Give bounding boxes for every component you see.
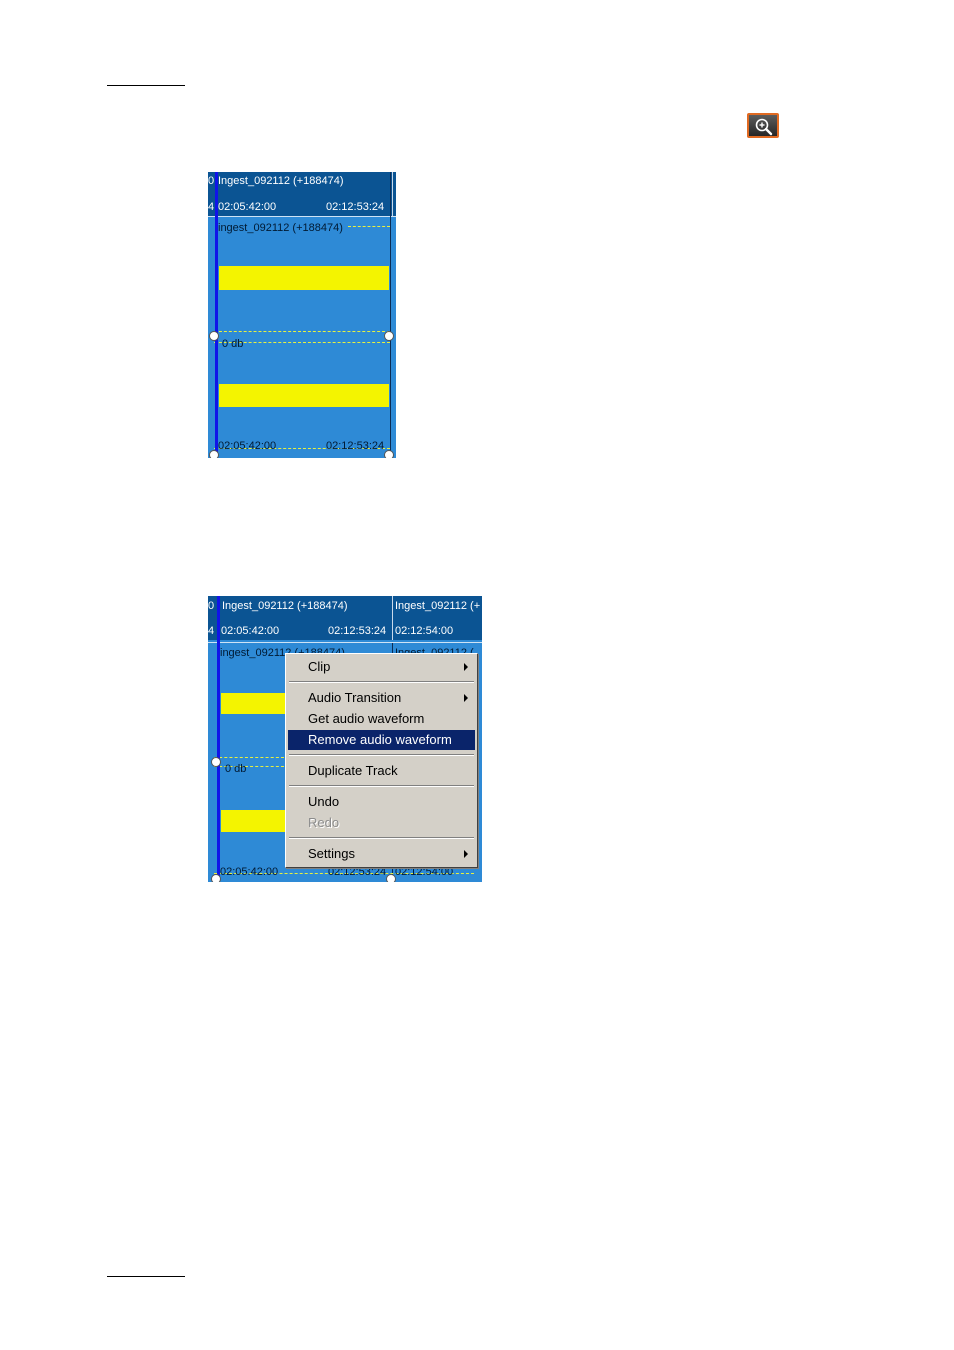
bottom-timecode-out: 02:12:53:24	[326, 440, 385, 452]
clip-edge[interactable]	[390, 172, 391, 458]
submenu-arrow-icon	[464, 663, 468, 671]
menu-item-settings[interactable]: Settings	[288, 844, 475, 864]
menu-separator	[289, 837, 474, 839]
menu-item-redo: Redo	[308, 815, 340, 830]
context-menu: Clip Audio Transition Get audio waveform…	[285, 653, 478, 868]
track-clip-label: ingest_092112 (+188474)	[218, 222, 343, 234]
menu-item-undo[interactable]: Undo	[288, 792, 475, 812]
header-rule	[107, 85, 185, 86]
menu-item-audio-transition[interactable]: Audio Transition	[288, 688, 475, 708]
menu-item-duplicate-track[interactable]: Duplicate Track	[288, 761, 475, 781]
clip-header-title: Ingest_092112 (+188474)	[222, 600, 348, 612]
menu-separator	[289, 754, 474, 756]
timeline-screenshot-context-menu: 0 Ingest_092112 (+188474) Ingest_092112 …	[208, 596, 482, 882]
volume-keyframe-handle[interactable]	[384, 331, 394, 341]
timecode-out: 02:12:53:24	[328, 625, 387, 637]
next-timecode-in: 02:12:54:00	[395, 625, 454, 637]
menu-item-clip[interactable]: Clip	[288, 657, 475, 677]
zoom-button[interactable]	[747, 113, 779, 138]
bottom-timecode-in: 02:05:42:00	[218, 440, 277, 452]
submenu-arrow-icon	[464, 694, 468, 702]
volume-keyframe-handle[interactable]	[209, 331, 219, 341]
bottom-handle[interactable]	[209, 450, 219, 458]
playhead-cursor[interactable]	[217, 596, 220, 882]
zoom-in-icon	[755, 118, 773, 136]
menu-item-remove-audio-waveform[interactable]: Remove audio waveform	[288, 730, 475, 750]
menu-separator	[289, 681, 474, 683]
playhead-cursor[interactable]	[215, 172, 218, 458]
submenu-arrow-icon	[464, 850, 468, 858]
timecode-out: 02:12:53:24	[326, 201, 385, 213]
bottom-timecode-in: 02:05:42:00	[220, 866, 279, 878]
timeline-screenshot-waveform: 0 Ingest_092112 (+188474) 4 02:05:42:00 …	[208, 172, 396, 458]
level-label: 0 db	[222, 338, 244, 350]
menu-separator	[289, 785, 474, 787]
bottom-handle[interactable]	[384, 450, 394, 458]
volume-line	[214, 757, 284, 758]
bottom-handle[interactable]	[386, 874, 396, 882]
waveform-channel-2[interactable]	[219, 384, 389, 407]
menu-item-get-audio-waveform[interactable]: Get audio waveform	[288, 709, 475, 729]
timecode-in: 02:05:42:00	[221, 625, 280, 637]
clip-header-title: Ingest_092112 (+188474)	[218, 175, 344, 187]
next-clip-header-title: Ingest_092112 (+	[395, 600, 481, 612]
timecode-in: 02:05:42:00	[218, 201, 277, 213]
volume-line	[214, 331, 390, 332]
bottom-handle[interactable]	[211, 874, 221, 882]
volume-keyframe-handle[interactable]	[211, 757, 221, 767]
level-label: 0 db	[225, 763, 247, 775]
track-separator	[208, 216, 396, 217]
footer-rule	[107, 1276, 185, 1277]
waveform-channel-1[interactable]	[221, 693, 285, 714]
waveform-channel-2[interactable]	[221, 810, 285, 832]
